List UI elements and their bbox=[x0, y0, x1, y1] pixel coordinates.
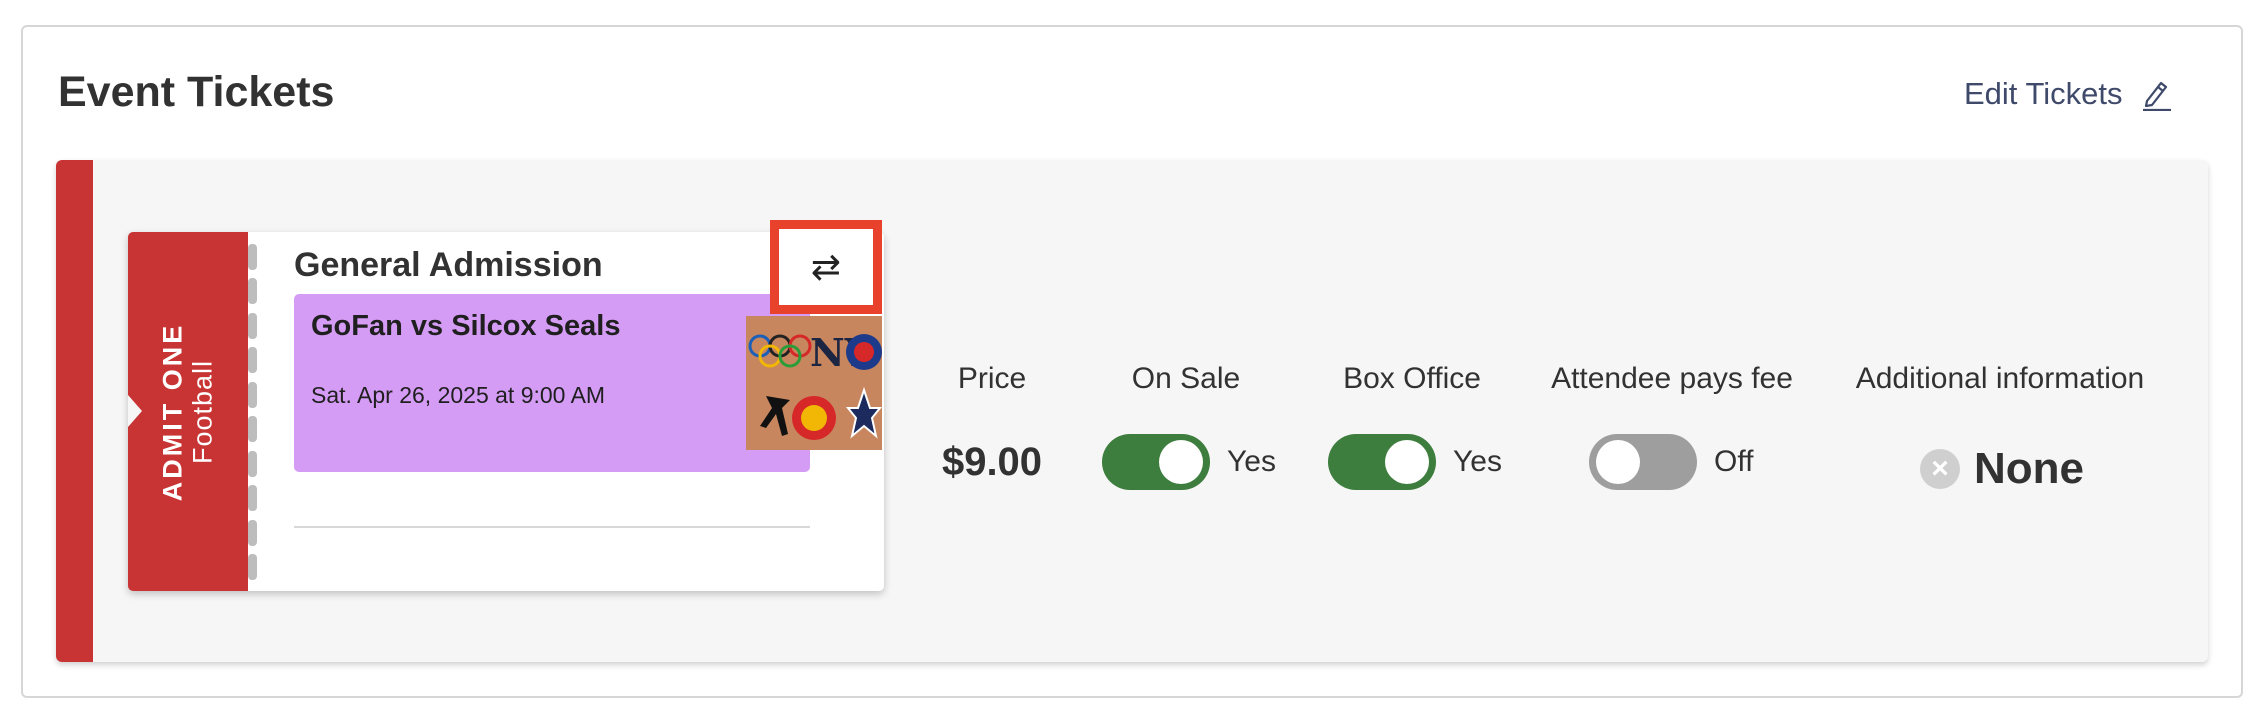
ticket-divider bbox=[294, 526, 810, 528]
on-sale-value: Yes bbox=[1227, 445, 1276, 478]
toggle-knob bbox=[1159, 440, 1203, 484]
ticket-stub: ADMIT ONE Football bbox=[128, 232, 248, 591]
toggle-knob bbox=[1385, 440, 1429, 484]
admit-one-label: ADMIT ONE bbox=[157, 322, 188, 502]
additional-info-value: None bbox=[1974, 444, 2084, 493]
event-date: Sat. Apr 26, 2025 at 9:00 AM bbox=[311, 382, 606, 408]
price-value: $9.00 bbox=[941, 440, 1043, 484]
stub-notch bbox=[128, 395, 142, 427]
additional-info-label: Additional information bbox=[1855, 362, 2145, 395]
swap-ticket-button[interactable]: ⇄ bbox=[770, 220, 882, 314]
edit-tickets-link[interactable]: Edit Tickets bbox=[1964, 76, 2173, 112]
ticket-graphic: ADMIT ONE Football General Admission GoF… bbox=[128, 220, 884, 591]
box-office-label: Box Office bbox=[1343, 362, 1481, 395]
x-circle-icon: × bbox=[1920, 449, 1960, 489]
ticket-type-label: General Admission bbox=[294, 246, 603, 284]
additional-info-value-wrap: × None bbox=[1920, 444, 2084, 494]
toggle-knob bbox=[1596, 440, 1640, 484]
attendee-fee-toggle[interactable] bbox=[1589, 434, 1697, 490]
ticket-perforation bbox=[248, 244, 258, 580]
event-name: GoFan vs Silcox Seals bbox=[311, 310, 621, 342]
event-info-box: GoFan vs Silcox Seals Sat. Apr 26, 2025 … bbox=[294, 294, 882, 472]
attendee-fee-value: Off bbox=[1714, 445, 1754, 478]
price-label: Price bbox=[957, 362, 1027, 395]
on-sale-label: On Sale bbox=[1131, 362, 1241, 395]
pencil-icon bbox=[2142, 81, 2171, 111]
edit-tickets-label: Edit Tickets bbox=[1964, 76, 2123, 111]
stub-text: ADMIT ONE Football bbox=[157, 322, 217, 502]
box-office-toggle[interactable] bbox=[1328, 434, 1436, 490]
on-sale-toggle[interactable] bbox=[1102, 434, 1210, 490]
team-logos-image: NY bbox=[746, 316, 882, 450]
box-office-value: Yes bbox=[1453, 445, 1502, 478]
page-title: Event Tickets bbox=[58, 68, 335, 116]
attendee-fee-label: Attendee pays fee bbox=[1551, 362, 1793, 395]
swap-arrows-icon: ⇄ bbox=[810, 246, 842, 287]
card-accent-bar bbox=[56, 160, 93, 662]
sport-label: Football bbox=[187, 359, 217, 465]
